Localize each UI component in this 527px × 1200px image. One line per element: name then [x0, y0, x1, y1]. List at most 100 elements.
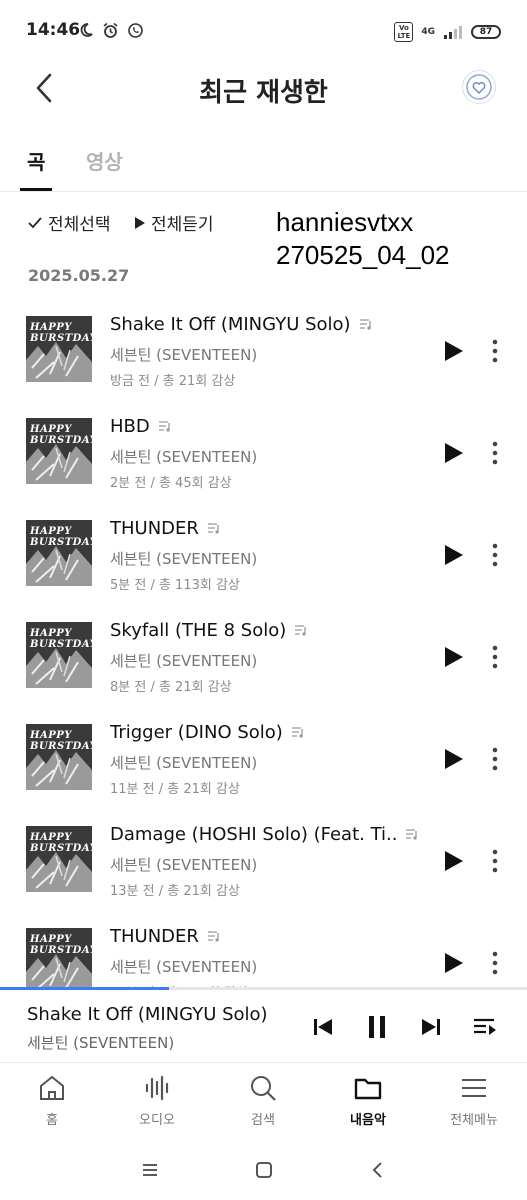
- battery-indicator: 87: [471, 25, 501, 39]
- heart-logo-icon: [466, 74, 492, 100]
- nav-my-music-label: 내음악: [350, 1113, 386, 1128]
- song-row[interactable]: HAPPY BURSTDAY Trigger (DINO Solo) 세븐틴 (SE…: [0, 710, 527, 812]
- play-icon[interactable]: [440, 644, 466, 670]
- nav-search-label: 검색: [251, 1113, 275, 1128]
- recent-apps-icon[interactable]: [138, 1158, 162, 1182]
- album-art-text: HAPPY BURSTDAY: [30, 322, 92, 344]
- song-play-info: 2분 전 / 총 45회 감상: [110, 476, 232, 491]
- album-art[interactable]: HAPPY BURSTDAY: [26, 826, 92, 892]
- bottom-nav: 홈 오디오 검색 내음악 전체메뉴: [0, 1062, 527, 1144]
- song-title: Damage (HOSHI Solo) (Feat. Ti..: [110, 824, 398, 845]
- play-small-icon: [135, 216, 145, 229]
- nav-my-music[interactable]: 내음악: [323, 1073, 413, 1128]
- mini-player[interactable]: Shake It Off (MINGYU Solo) 세븐틴 (SEVENTEE…: [0, 990, 527, 1062]
- more-options-icon[interactable]: [484, 540, 506, 570]
- song-row[interactable]: HAPPY BURSTDAY Skyfall (THE 8 Solo) 세븐틴 (S…: [0, 608, 527, 710]
- next-icon[interactable]: [416, 1012, 446, 1042]
- pause-icon[interactable]: [362, 1012, 392, 1042]
- album-art-text: HAPPY BURSTDAY: [30, 934, 92, 956]
- album-art[interactable]: HAPPY BURSTDAY: [26, 724, 92, 790]
- song-artist: 세븐틴 (SEVENTEEN): [110, 550, 258, 568]
- album-art-text: HAPPY BURSTDAY: [30, 730, 92, 752]
- song-play-info: 11분 전 / 총 21회 감상: [110, 782, 240, 797]
- player-title: Shake It Off (MINGYU Solo): [27, 1004, 268, 1025]
- more-options-icon[interactable]: [484, 948, 506, 978]
- home-square-icon[interactable]: [252, 1158, 276, 1182]
- album-art-text: HAPPY BURSTDAY: [30, 526, 92, 548]
- song-artist: 세븐틴 (SEVENTEEN): [110, 754, 258, 772]
- album-art[interactable]: HAPPY BURSTDAY: [26, 520, 92, 586]
- lyrics-icon: [292, 727, 303, 738]
- nav-home-label: 홈: [46, 1113, 58, 1128]
- tab-divider: [0, 191, 527, 192]
- status-bar: 14:46 Vo LTE 4G 87: [0, 0, 527, 62]
- volte-badge: Vo LTE: [394, 22, 414, 42]
- more-options-icon[interactable]: [484, 336, 506, 366]
- album-art[interactable]: HAPPY BURSTDAY: [26, 316, 92, 382]
- player-artist: 세븐틴 (SEVENTEEN): [27, 1034, 175, 1052]
- play-icon[interactable]: [440, 746, 466, 772]
- song-list: HAPPY BURSTDAY Shake It Off (MINGYU Solo)…: [0, 302, 527, 988]
- tab-song[interactable]: 곡: [27, 146, 45, 175]
- album-art[interactable]: HAPPY BURSTDAY: [26, 418, 92, 484]
- select-all-button[interactable]: 전체선택: [28, 210, 111, 235]
- search-icon: [251, 1076, 276, 1101]
- song-title: Skyfall (THE 8 Solo): [110, 620, 287, 641]
- system-nav-bar: [0, 1144, 527, 1200]
- nav-home[interactable]: 홈: [7, 1073, 97, 1128]
- folder-icon: [354, 1078, 382, 1100]
- song-artist: 세븐틴 (SEVENTEEN): [110, 958, 258, 976]
- song-artist: 세븐틴 (SEVENTEEN): [110, 346, 258, 364]
- play-icon[interactable]: [440, 440, 466, 466]
- network-type: 4G: [421, 27, 435, 37]
- whatsapp-icon: [128, 23, 143, 38]
- watermark-text: hanniesvtxx 270525_04_02: [276, 207, 450, 270]
- nav-audio[interactable]: 오디오: [112, 1073, 202, 1128]
- play-icon[interactable]: [440, 338, 466, 364]
- tab-video[interactable]: 영상: [86, 146, 123, 175]
- moon-icon: [80, 23, 93, 37]
- album-art[interactable]: HAPPY BURSTDAY: [26, 928, 92, 988]
- more-options-icon[interactable]: [484, 438, 506, 468]
- song-artist: 세븐틴 (SEVENTEEN): [110, 448, 258, 466]
- play-icon[interactable]: [440, 848, 466, 874]
- nav-all-menu-label: 전체메뉴: [450, 1113, 498, 1128]
- menu-icon: [462, 1079, 486, 1097]
- song-play-info: 5분 전 / 총 113회 감상: [110, 578, 240, 593]
- play-icon[interactable]: [440, 950, 466, 976]
- page-title: 최근 재생한: [199, 78, 328, 108]
- signal-icon: [444, 26, 462, 39]
- profile-logo[interactable]: [462, 70, 496, 104]
- album-art-text: HAPPY BURSTDAY: [30, 628, 92, 650]
- nav-search[interactable]: 검색: [218, 1073, 308, 1128]
- song-title: Trigger (DINO Solo): [110, 722, 283, 743]
- lyrics-icon: [295, 625, 306, 636]
- song-row[interactable]: HAPPY BURSTDAY HBD 세븐틴 (SEVENTEEN) 2분 전 / 총…: [0, 404, 527, 506]
- song-row[interactable]: HAPPY BURSTDAYTHUNDER세븐틴 (SEVENTEEN)16분 …: [0, 914, 527, 988]
- system-back-icon[interactable]: [366, 1158, 390, 1182]
- home-icon: [40, 1075, 64, 1100]
- song-title: THUNDER: [110, 518, 199, 539]
- lyrics-icon: [406, 829, 417, 840]
- play-icon[interactable]: [440, 542, 466, 568]
- audio-icon: [145, 1075, 169, 1101]
- nav-all-menu[interactable]: 전체메뉴: [429, 1073, 519, 1128]
- song-row[interactable]: HAPPY BURSTDAY Damage (HOSHI Solo) (Feat.…: [0, 812, 527, 914]
- song-row[interactable]: HAPPY BURSTDAY THUNDER 세븐틴 (SEVENTEEN) 5분 전…: [0, 506, 527, 608]
- song-title: THUNDER: [110, 926, 199, 947]
- more-options-icon[interactable]: [484, 744, 506, 774]
- album-art-text: HAPPY BURSTDAY: [30, 424, 92, 446]
- song-row[interactable]: HAPPY BURSTDAY Shake It Off (MINGYU Solo)…: [0, 302, 527, 404]
- more-options-icon[interactable]: [484, 846, 506, 876]
- more-options-icon[interactable]: [484, 642, 506, 672]
- play-all-button[interactable]: 전체듣기: [134, 210, 214, 235]
- album-art-text: HAPPY BURSTDAY: [30, 832, 92, 854]
- album-art[interactable]: HAPPY BURSTDAY: [26, 622, 92, 688]
- song-artist: 세븐틴 (SEVENTEEN): [110, 652, 258, 670]
- play-all-label: 전체듣기: [151, 215, 214, 235]
- song-play-info: 13분 전 / 총 21회 감상: [110, 884, 240, 899]
- lyrics-icon: [159, 421, 170, 432]
- previous-icon[interactable]: [308, 1012, 338, 1042]
- playlist-icon[interactable]: [470, 1012, 500, 1042]
- lyrics-icon: [208, 523, 219, 534]
